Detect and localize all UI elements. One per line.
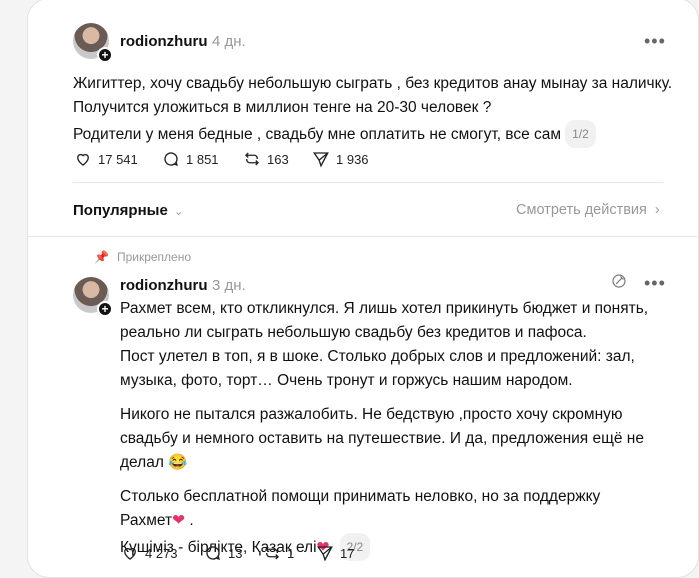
- pin-icon: 📌: [94, 250, 109, 264]
- follow-plus-icon[interactable]: +: [97, 301, 113, 317]
- pinned-label: Прикреплено: [116, 250, 192, 264]
- comment-count: 13: [228, 545, 243, 561]
- reply-author-avatar[interactable]: +: [73, 277, 113, 317]
- reply-line: Никого не пытался разжалобить. Не бедств…: [120, 406, 623, 423]
- chevron-down-icon: ⌄: [173, 206, 184, 218]
- share-button[interactable]: 1 936: [312, 150, 369, 168]
- sort-dropdown[interactable]: Популярные ⌄: [73, 202, 183, 219]
- laughing-emoji: 😂: [168, 454, 188, 471]
- reply-more-menu-icon[interactable]: •••: [644, 273, 666, 294]
- post-timestamp[interactable]: 4 дн.: [212, 33, 246, 50]
- divider: [28, 236, 699, 237]
- repost-count: 163: [267, 151, 289, 167]
- reply-line: Столько бесплатной помощи принимать нело…: [120, 488, 601, 505]
- page-indicator: 1/2: [565, 120, 596, 148]
- reply-share-button[interactable]: 17: [316, 544, 354, 562]
- follow-plus-icon[interactable]: +: [97, 47, 113, 63]
- view-activity-link[interactable]: Смотреть действия ›: [516, 202, 660, 218]
- share-count: 1 936: [336, 151, 369, 167]
- heart-emoji: ❤: [172, 512, 186, 529]
- sort-label: Популярные: [73, 202, 168, 219]
- post-line-text: Родители у меня бедные , свадьбу мне опл…: [73, 126, 562, 143]
- send-icon: [316, 546, 333, 562]
- reply-line: делал 😂: [120, 451, 648, 475]
- comment-count: 1 851: [186, 151, 219, 167]
- reply-line-text: делал: [120, 454, 164, 471]
- reply-line: Рахмет❤ .: [120, 512, 194, 529]
- repost-button[interactable]: 163: [243, 150, 289, 168]
- share-count: 17: [340, 545, 355, 561]
- reply-line: свадьбу и немного оставить на путешестви…: [120, 430, 644, 447]
- thread-card: + rodionzhuru 4 дн. ••• Жигиттер, хочу с…: [27, 0, 699, 578]
- view-activity-label: Смотреть действия: [516, 202, 647, 218]
- post-text: Жигиттер, хочу свадьбу небольшую сыграть…: [73, 72, 672, 148]
- post-line: Получится уложиться в миллион тенге на 2…: [73, 99, 492, 116]
- repost-icon: [265, 546, 279, 560]
- reply-line-text: Рахмет: [120, 512, 173, 529]
- like-count: 4 273: [145, 545, 178, 561]
- repost-count: 1: [287, 545, 295, 561]
- reply-timestamp[interactable]: 3 дн.: [212, 277, 246, 294]
- reply-line: музыка, фото, торт… Очень тронут и горжу…: [120, 372, 573, 389]
- comment-icon: [206, 546, 221, 561]
- reply-line: Күшіміз - бірлікте, Қазақ елі❤ 2/2: [120, 533, 648, 561]
- comment-icon: [164, 152, 179, 167]
- post-username[interactable]: rodionzhuru: [120, 33, 207, 50]
- post-more-menu-icon[interactable]: •••: [644, 31, 666, 52]
- pinned-indicator: 📌 Прикреплено: [94, 250, 191, 264]
- reply-text: Рахмет всем, кто откликнулся. Я лишь хот…: [120, 297, 648, 561]
- reply-line: реально ли сыграть небольшую свадьбу без…: [120, 324, 587, 341]
- heart-icon: [77, 153, 89, 166]
- heart-icon: [124, 547, 136, 560]
- post-line: Родители у меня бедные , свадьбу мне опл…: [73, 120, 672, 148]
- reply-repost-button[interactable]: 1: [263, 544, 294, 562]
- chevron-right-icon: ›: [654, 202, 660, 218]
- repost-icon: [245, 152, 259, 166]
- edit-off-icon[interactable]: [610, 272, 628, 290]
- author-avatar[interactable]: +: [73, 23, 113, 63]
- reply-comment-button[interactable]: 13: [204, 544, 242, 562]
- reply-line: Рахмет всем, кто откликнулся. Я лишь хот…: [120, 300, 649, 317]
- like-button[interactable]: 17 541: [74, 150, 138, 168]
- reply-line: Пост улетел в топ, я в шоке. Столько доб…: [120, 348, 635, 365]
- post-line: Жигиттер, хочу свадьбу небольшую сыграть…: [73, 75, 673, 92]
- divider: [73, 182, 663, 183]
- send-icon: [312, 152, 329, 168]
- reply-username[interactable]: rodionzhuru: [120, 277, 207, 294]
- reply-like-button[interactable]: 4 273: [121, 544, 178, 562]
- comment-button[interactable]: 1 851: [162, 150, 219, 168]
- like-count: 17 541: [98, 151, 138, 167]
